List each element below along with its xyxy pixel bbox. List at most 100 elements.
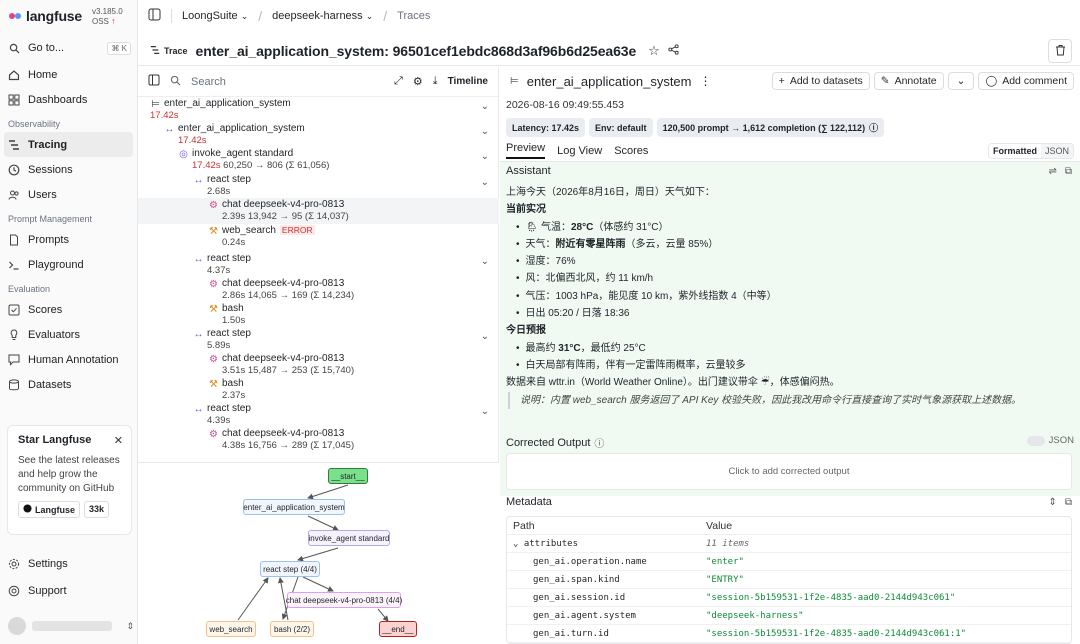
sidebar-item-datasets[interactable]: Datasets (0, 372, 137, 397)
tree-node[interactable]: ⚙ chat deepseek-v4-pro-0813 2.86s 14,065 →… (138, 277, 499, 303)
sidebar-item-scores[interactable]: Scores (0, 297, 137, 322)
graph-node-agent[interactable]: invoke_agent standard (308, 530, 390, 546)
sidebar-item-evaluators[interactable]: Evaluators (0, 322, 137, 347)
graph-edges (237, 484, 389, 622)
more-vertical-icon[interactable]: ⋮ (700, 74, 712, 88)
tab-preview[interactable]: Preview (506, 142, 546, 159)
tracing-icon (8, 139, 20, 151)
json-option[interactable]: JSON (1040, 144, 1073, 158)
sidebar-item-playground[interactable]: Playground (0, 252, 137, 277)
tree-node[interactable]: ⚙ chat deepseek-v4-pro-0813 3.51s 15,487 →… (138, 352, 499, 378)
close-icon[interactable]: ✕ (114, 434, 123, 447)
sidebar-toggle-icon[interactable] (148, 8, 161, 24)
gear-icon (8, 558, 20, 570)
expand-vertical-icon[interactable]: ⇕ (1048, 497, 1056, 508)
tree-node[interactable]: ⚙ chat deepseek-v4-pro-0813 4.38s 16,756 →… (138, 427, 499, 453)
breadcrumb-separator: / (258, 8, 263, 24)
metadata-row[interactable]: gen_ai.session.id "session-5b159531-1f2e-… (507, 589, 1071, 607)
tree-search-input[interactable]: Search (191, 76, 384, 88)
download-icon[interactable]: ⤓ (433, 75, 438, 88)
expand-icon[interactable]: ⤢ (394, 75, 403, 88)
tree-node[interactable]: ↔ react step 4.37s ⌄ (138, 252, 499, 278)
chevron-down-icon[interactable]: ⌄ (481, 406, 489, 417)
metadata-value: "session-5b159531-1f2e-4835-aad0-2144d94… (706, 592, 956, 603)
copy-icon[interactable]: ⧉ (1065, 497, 1072, 508)
chevron-down-icon[interactable]: ⌄ (481, 177, 489, 188)
tree-node[interactable]: ↔ react step 2.68s ⌄ (138, 173, 499, 199)
tree-node[interactable]: ⚒ web_search ERROR 0.24s (138, 224, 499, 250)
graph-node-app[interactable]: enter_ai_application_system (243, 499, 345, 515)
agent-icon: ◎ (179, 149, 188, 160)
sidebar-item-dashboards[interactable]: Dashboards (0, 87, 137, 112)
graph-node-web-search[interactable]: web_search (206, 621, 256, 637)
tree-node[interactable]: ↔ react step 5.89s ⌄ (138, 327, 499, 353)
home-icon (8, 69, 20, 81)
graph-node-start[interactable]: __start__ (328, 468, 368, 484)
sidebar-item-settings[interactable]: Settings (0, 551, 138, 576)
sidebar-item-tracing[interactable]: Tracing (4, 132, 133, 157)
tree-node-meta: 2.68s (207, 186, 230, 197)
user-menu[interactable]: ⇕ (8, 616, 134, 636)
app-name[interactable]: langfuse (26, 8, 82, 24)
sidebar-item-prompts[interactable]: Prompts (0, 227, 137, 252)
chevron-down-icon[interactable]: ⌄ (481, 151, 489, 162)
star-icon[interactable]: ☆ (648, 43, 660, 59)
add-to-datasets-button[interactable]: + Add to datasets (771, 72, 870, 90)
annotate-dropdown-button[interactable]: ⌄ (947, 72, 975, 90)
chevron-down-icon[interactable]: ⌄ (481, 331, 489, 342)
chevron-down-icon[interactable]: ⌄ (481, 126, 489, 137)
metadata-row[interactable]: gen_ai.agent.system "deepseek-harness" (507, 607, 1071, 625)
sidebar-item-human-annotation[interactable]: Human Annotation (0, 347, 137, 372)
github-star-count[interactable]: 33k (84, 501, 110, 518)
tab-log-view[interactable]: Log View (557, 145, 602, 157)
metadata-row[interactable]: gen_ai.turn.id "session-5b159531-1f2e-483… (507, 625, 1071, 643)
org-selector[interactable]: LoongSuite ⌄ (182, 10, 248, 22)
project-selector[interactable]: deepseek-harness ⌄ (272, 10, 373, 22)
graph-node-end[interactable]: __end__ (379, 621, 417, 637)
breadcrumb-separator: / (383, 8, 388, 24)
metadata-value: "enter" (706, 556, 744, 567)
tree-node[interactable]: ↔ enter_ai_application_system 17.42s ⌄ (138, 122, 499, 148)
sidebar-item-support[interactable]: Support (0, 578, 138, 603)
delete-button[interactable] (1048, 39, 1072, 63)
tab-scores[interactable]: Scores (614, 145, 648, 157)
copy-icon[interactable]: ⧉ (1065, 166, 1072, 177)
timeline-toggle[interactable]: Timeline (448, 76, 488, 87)
panel-toggle-icon[interactable] (148, 74, 160, 89)
annotate-button[interactable]: ✎ Annotate (873, 72, 944, 90)
metadata-value: 11 items (706, 538, 750, 549)
tree-node[interactable]: ⚒ bash 1.50s (138, 302, 499, 328)
corrected-output-input[interactable]: Click to add corrected output (506, 453, 1072, 490)
user-name-redacted (32, 621, 112, 631)
tree-node[interactable]: ⊨ enter_ai_application_system 17.42s ⌄ (138, 97, 499, 121)
goto-command[interactable]: Go to... ⌘ K (6, 38, 131, 58)
tree-node[interactable]: ⚒ bash 2.37s (138, 377, 499, 403)
formatted-option[interactable]: Formatted (988, 144, 1041, 158)
sidebar-item-home[interactable]: Home (0, 62, 137, 87)
chevron-down-icon[interactable]: ⌄ (481, 256, 489, 267)
graph-node-chat[interactable]: chat deepseek-v4-pro-0813 (4/4) (286, 592, 402, 608)
tokens-badge[interactable]: 120,500 prompt → 1,612 completion (∑ 122… (656, 118, 885, 137)
tree-node[interactable]: ◎ invoke_agent standard 17.42s 60,250 → 80… (138, 147, 499, 173)
chevron-down-icon[interactable]: ⌄ (481, 101, 489, 112)
tree-node[interactable]: ↔ react step 4.39s ⌄ (138, 402, 499, 428)
graph-node-bash[interactable]: bash (2/2) (270, 621, 314, 637)
settings-sliders-icon[interactable]: ⚙ (413, 75, 423, 88)
metadata-row[interactable]: ⌄ attributes 11 items (507, 535, 1071, 553)
tree-node-meta: 4.38s 16,756 → 289 (Σ 17,045) (222, 440, 354, 451)
graph-node-react[interactable]: react step (4/4) (260, 561, 320, 577)
add-comment-button[interactable]: ◯ Add comment (978, 72, 1074, 90)
token-usage: 60,250 → 806 (Σ 61,056) (220, 160, 330, 171)
metadata-row[interactable]: gen_ai.operation.name "enter" (507, 553, 1071, 571)
corrected-json-toggle[interactable]: JSON (1026, 435, 1074, 446)
breadcrumb-traces[interactable]: Traces (397, 10, 430, 22)
token-usage: 16,756 → 289 (Σ 17,045) (245, 440, 355, 451)
wrap-icon[interactable]: ⇌ (1048, 166, 1056, 177)
app-version[interactable]: v3.185.0 OSS ↑ (92, 7, 137, 26)
metadata-row[interactable]: gen_ai.span.kind "ENTRY" (507, 571, 1071, 589)
share-icon[interactable] (668, 43, 679, 58)
sidebar-item-sessions[interactable]: Sessions (0, 157, 137, 182)
tree-node[interactable]: ⚙ chat deepseek-v4-pro-0813 2.39s 13,942 →… (138, 198, 499, 224)
github-star-button[interactable]: Langfuse (18, 501, 81, 518)
sidebar-item-users[interactable]: Users (0, 182, 137, 207)
